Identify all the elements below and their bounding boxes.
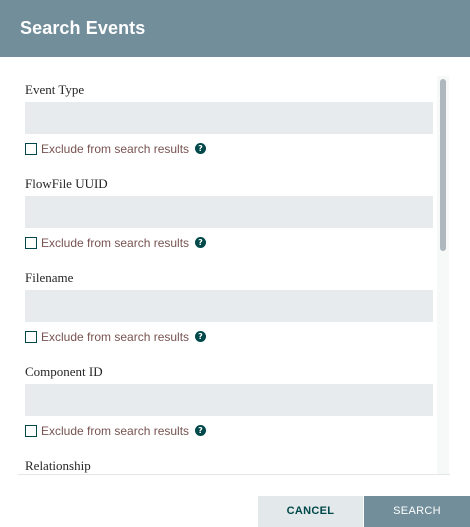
search-events-dialog: Search Events Event Type Exclude from se… [0,0,470,527]
flowfile-uuid-exclude-label[interactable]: Exclude from search results [41,235,189,251]
event-type-exclude-row: Exclude from search results ? [25,141,285,157]
filename-field: Filename Exclude from search results ? [25,270,433,350]
component-id-exclude-row: Exclude from search results ? [25,423,285,439]
filename-label: Filename [25,270,74,285]
component-id-field: Component ID Exclude from search results… [25,364,433,444]
question-circle-icon[interactable]: ? [195,143,206,154]
filename-exclude-row: Exclude from search results ? [25,329,285,345]
cancel-button[interactable]: CANCEL [258,496,363,527]
question-circle-icon[interactable]: ? [195,237,206,248]
flowfile-uuid-label: FlowFile UUID [25,176,108,191]
body-divider [18,474,450,475]
question-circle-icon[interactable]: ? [195,425,206,436]
filename-input[interactable] [25,290,433,322]
flowfile-uuid-exclude-checkbox[interactable] [25,237,37,249]
filename-exclude-checkbox[interactable] [25,331,37,343]
flowfile-uuid-field: FlowFile UUID Exclude from search result… [25,176,433,256]
dialog-body: Event Type Exclude from search results ?… [0,57,470,474]
event-type-exclude-checkbox[interactable] [25,143,37,155]
event-type-field: Event Type Exclude from search results ? [25,82,433,162]
component-id-label: Component ID [25,364,103,379]
search-button[interactable]: SEARCH [364,496,470,527]
scrollbar-thumb[interactable] [440,79,446,251]
component-id-input[interactable] [25,384,433,416]
filename-exclude-label[interactable]: Exclude from search results [41,329,189,345]
component-id-exclude-checkbox[interactable] [25,425,37,437]
question-circle-icon[interactable]: ? [195,331,206,342]
event-type-label: Event Type [25,82,85,97]
event-type-input[interactable] [25,102,433,134]
dialog-header: Search Events [0,0,470,57]
component-id-exclude-label[interactable]: Exclude from search results [41,423,189,439]
event-type-exclude-label[interactable]: Exclude from search results [41,141,189,157]
flowfile-uuid-exclude-row: Exclude from search results ? [25,235,285,251]
flowfile-uuid-input[interactable] [25,196,433,228]
dialog-title: Search Events [20,18,146,38]
relationship-label: Relationship [25,458,91,473]
relationship-field: Relationship [25,458,433,474]
